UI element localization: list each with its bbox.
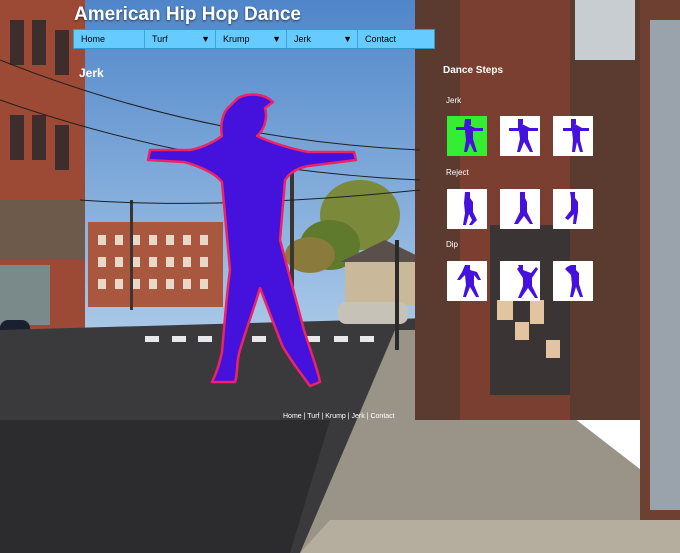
jerk-step-1-thumb[interactable] xyxy=(447,116,487,156)
reject-step-3-thumb[interactable] xyxy=(553,189,593,229)
jerk-step-3-thumb[interactable] xyxy=(553,116,593,156)
jerk-step-2-thumb[interactable] xyxy=(500,116,540,156)
dip-step-2-thumb[interactable] xyxy=(500,261,540,301)
dancer-icon xyxy=(517,265,538,298)
footer-link-contact[interactable]: Contact xyxy=(370,413,394,420)
nav-turf[interactable]: Turf ▼ xyxy=(145,30,216,48)
footer-link-jerk[interactable]: Jerk xyxy=(352,413,365,420)
group-label-jerk: Jerk xyxy=(446,96,462,105)
site-title[interactable]: American Hip Hop Dance xyxy=(74,4,301,26)
dip-step-1-thumb[interactable] xyxy=(447,261,487,301)
nav-krump[interactable]: Krump ▼ xyxy=(216,30,287,48)
footer-link-krump[interactable]: Krump xyxy=(325,413,346,420)
nav-home[interactable]: Home xyxy=(74,30,145,48)
dip-step-3-thumb[interactable] xyxy=(553,261,593,301)
dancer-icon xyxy=(563,119,589,152)
dance-steps-title: Dance Steps xyxy=(443,65,504,76)
dancer-icon xyxy=(456,119,483,152)
nav-jerk-label: Jerk xyxy=(294,34,312,44)
nav-turf-label: Turf xyxy=(152,34,168,44)
reject-step-1-thumb[interactable] xyxy=(447,189,487,229)
footer-link-turf[interactable]: Turf xyxy=(307,413,319,420)
dancer-icon xyxy=(514,192,533,224)
nav-contact-label: Contact xyxy=(365,34,397,44)
footer-link-home[interactable]: Home xyxy=(283,413,302,420)
footer-links: Home | Turf | Krump | Jerk | Contact xyxy=(283,413,395,420)
nav-jerk[interactable]: Jerk ▼ xyxy=(287,30,358,48)
chevron-down-icon: ▼ xyxy=(272,34,281,44)
main-nav: Home Turf ▼ Krump ▼ Jerk ▼ Contact xyxy=(73,29,435,49)
nav-contact[interactable]: Contact xyxy=(358,30,434,48)
group-label-dip: Dip xyxy=(446,240,459,249)
group-label-reject: Reject xyxy=(446,168,469,177)
dancer-icon xyxy=(509,119,538,152)
nav-krump-label: Krump xyxy=(223,34,250,44)
chevron-down-icon: ▼ xyxy=(343,34,352,44)
dancer-icon xyxy=(463,192,477,225)
dancer-icon xyxy=(565,265,583,297)
page-title: Jerk xyxy=(79,66,104,80)
nav-home-label: Home xyxy=(81,34,106,44)
dancer-icon xyxy=(565,192,578,224)
chevron-down-icon: ▼ xyxy=(201,34,210,44)
dancer-silhouette xyxy=(146,93,358,388)
reject-step-2-thumb[interactable] xyxy=(500,189,540,229)
dancer-icon xyxy=(457,265,481,297)
